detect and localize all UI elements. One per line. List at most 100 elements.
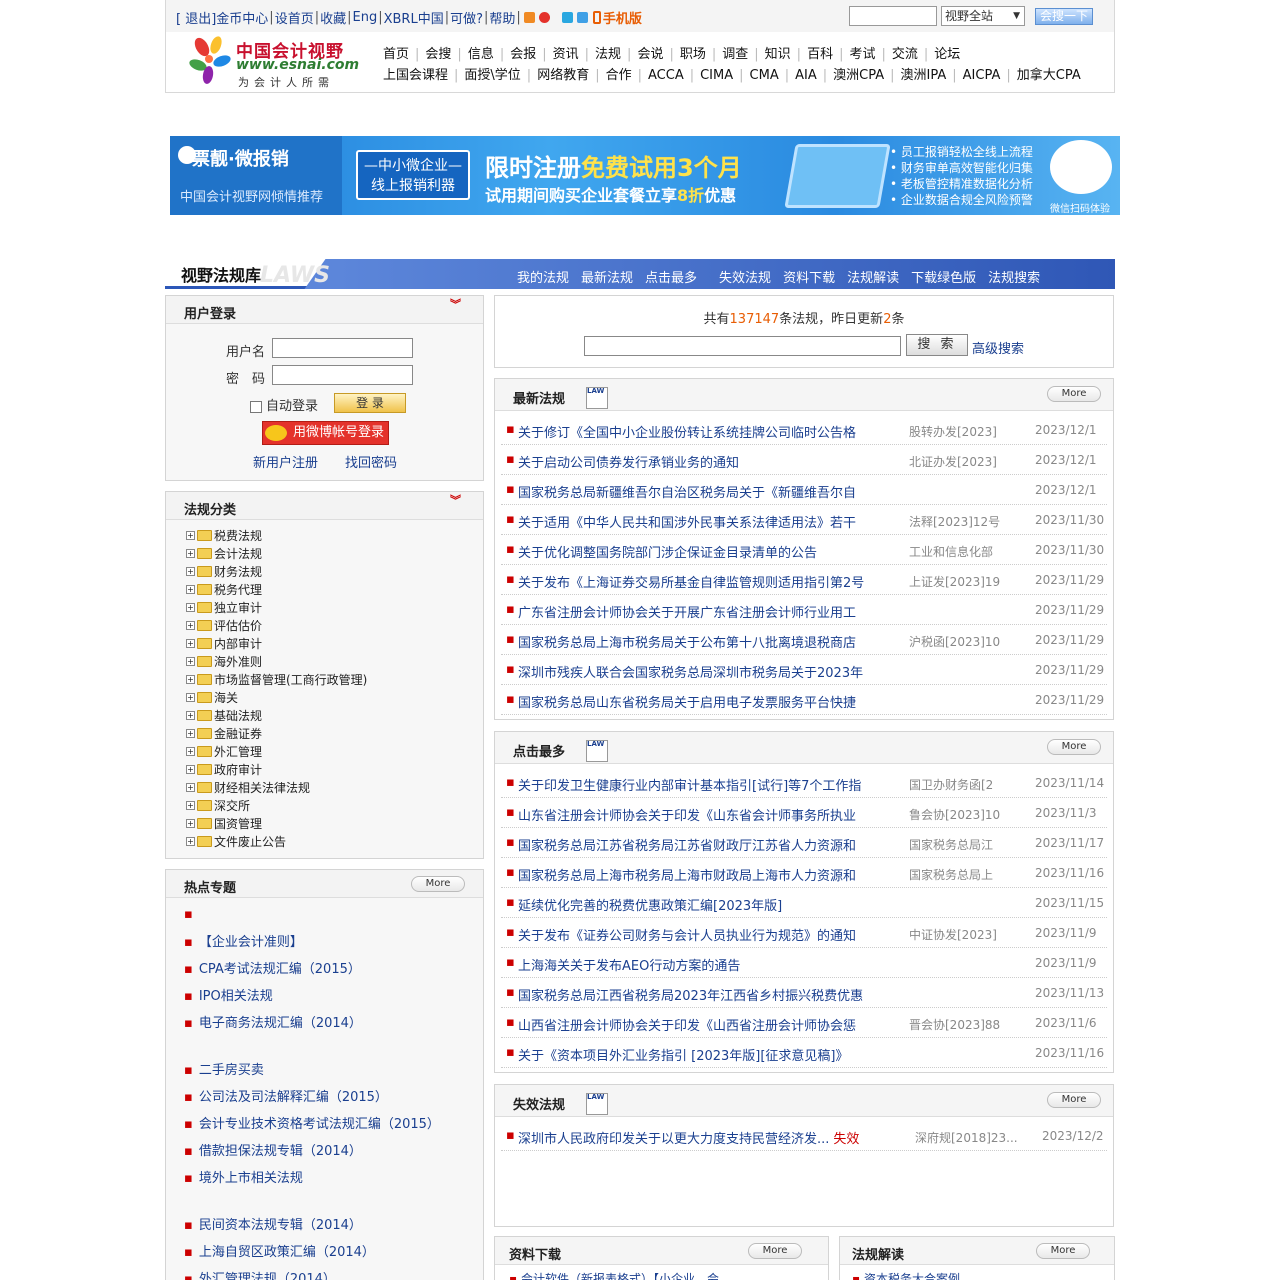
hot-topic-item[interactable]: ▪ 民间资本法规专辑（2014） [184, 1214, 362, 1233]
expand-plus-icon[interactable]: + [186, 566, 195, 576]
username-field[interactable] [272, 338, 413, 358]
hot-topic-item[interactable]: ▪ IPO相关法规 [184, 985, 273, 1004]
law-row[interactable]: ▪ 关于印发卫生健康行业内部审计基本指引[试行]等7个工作指 国卫办财务函[2 202… [501, 768, 1107, 798]
law-title[interactable]: 深圳市残疾人联合会国家税务总局深圳市税务局关于2023年 [518, 662, 863, 681]
latest-more-button[interactable]: More [1047, 386, 1101, 402]
expand-plus-icon[interactable]: + [186, 728, 195, 738]
set-homepage-link[interactable]: 设首页 [275, 8, 314, 27]
law-row[interactable]: ▪ 关于发布《上海证券交易所基金自律监管规则适用指引第2号 上证发[2023]19 2… [501, 565, 1107, 595]
section-nav-item[interactable]: 资料下载 [783, 271, 835, 286]
nav-item[interactable]: 百科 [801, 47, 839, 62]
expand-plus-icon[interactable]: + [186, 584, 195, 594]
invalid-more-button[interactable]: More [1047, 1092, 1101, 1108]
law-title[interactable]: 广东省注册会计师协会关于开展广东省注册会计师行业用工 [518, 602, 856, 621]
register-link[interactable]: 新用户注册 [253, 452, 318, 471]
law-title[interactable]: 上海海关关于发布AEO行动方案的通告 [518, 955, 740, 974]
law-row[interactable]: ▪ 关于《资本项目外汇业务指引 [2023年版][征求意见稿]》 2023/11/1… [501, 1038, 1107, 1068]
expand-plus-icon[interactable]: + [186, 710, 195, 720]
law-row[interactable]: ▪ 国家税务总局新疆维吾尔自治区税务局关于《新疆维吾尔自 2023/12/1 [501, 475, 1107, 505]
law-title[interactable]: 关于启动公司债券发行承销业务的通知 [518, 452, 739, 471]
nav-item[interactable]: 知识 [759, 47, 797, 62]
collapse-chevron-icon[interactable]: ︾ [450, 299, 461, 310]
expand-plus-icon[interactable]: + [186, 638, 195, 648]
category-item[interactable]: + 海外准则 [186, 652, 367, 670]
category-item[interactable]: + 独立审计 [186, 598, 367, 616]
favorite-link[interactable]: 收藏 [320, 8, 346, 27]
list-item[interactable]: ▪ 资本税务大合案例 [852, 1270, 960, 1280]
expand-plus-icon[interactable]: + [186, 692, 195, 702]
category-item[interactable]: + 海关 [186, 688, 367, 706]
nav-item[interactable]: 澳洲IPA [895, 68, 953, 83]
nav-item[interactable]: CIMA [694, 68, 739, 83]
weibo-login-button[interactable]: 用微博帐号登录 [262, 421, 389, 445]
expand-plus-icon[interactable]: + [186, 800, 195, 810]
site-logo[interactable]: 中国会计视野 www.esnai.com 为会计人所需 [188, 33, 359, 91]
login-button[interactable]: 登 录 [334, 393, 406, 413]
category-item[interactable]: + 税费法规 [186, 526, 367, 544]
collapse-chevron-icon[interactable]: ︾ [450, 495, 461, 506]
law-row[interactable]: ▪ 关于启动公司债券发行承销业务的通知 北证办发[2023] 2023/12/1 [501, 445, 1107, 475]
hot-topic-item[interactable]: ▪ CPA考试法规汇编（2015） [184, 958, 361, 977]
section-nav-item[interactable]: 最新法规 [581, 271, 633, 286]
nav-item[interactable]: 论坛 [928, 47, 966, 62]
mobile-link[interactable]: 手机版 [592, 8, 642, 27]
hot-topic-item[interactable]: ▪ 公司法及司法解释汇编（2015） [184, 1086, 388, 1105]
nav-item[interactable]: 网络教育 [531, 68, 595, 83]
expand-plus-icon[interactable]: + [186, 530, 195, 540]
password-field[interactable] [272, 365, 413, 385]
nav-item[interactable]: 加拿大CPA [1011, 68, 1087, 83]
expand-plus-icon[interactable]: + [186, 620, 195, 630]
hot-topic-item[interactable]: ▪ 会计专业技术资格考试法规汇编（2015） [184, 1113, 440, 1132]
law-title[interactable]: 关于印发卫生健康行业内部审计基本指引[试行]等7个工作指 [518, 775, 861, 794]
law-title[interactable]: 关于《资本项目外汇业务指引 [2023年版][征求意见稿]》 [518, 1045, 849, 1064]
nav-item[interactable]: 面授\学位 [458, 68, 526, 83]
law-title[interactable]: 关于发布《证券公司财务与会计人员执业行为规范》的通知 [518, 925, 856, 944]
nav-item[interactable]: CMA [744, 68, 785, 83]
nav-item[interactable]: 会搜 [419, 47, 457, 62]
law-row[interactable]: ▪ 国家税务总局江苏省税务局江苏省财政厅江苏省人力资源和 国家税务总局江 2023/1… [501, 828, 1107, 858]
law-title[interactable]: 国家税务总局新疆维吾尔自治区税务局关于《新疆维吾尔自 [518, 482, 856, 501]
law-row[interactable]: ▪ 国家税务总局上海市税务局关于公布第十八批离境退税商店 沪税函[2023]10 20… [501, 625, 1107, 655]
hot-topic-item[interactable]: ▪ 【企业会计准则】 [184, 931, 303, 950]
hot-topic-item[interactable]: ▪ 二手房买卖 [184, 1059, 264, 1078]
category-item[interactable]: + 评估估价 [186, 616, 367, 634]
section-nav-item[interactable]: 点击最多 [645, 271, 697, 286]
section-nav-item[interactable]: 法规搜索 [988, 271, 1040, 286]
law-search-button[interactable]: 搜 索 [906, 334, 968, 356]
hot-topic-item[interactable]: ▪ 境外上市相关法规 [184, 1167, 303, 1186]
section-nav-item[interactable]: 法规解读 [847, 271, 899, 286]
expand-plus-icon[interactable]: + [186, 548, 195, 558]
law-row[interactable]: ▪ 国家税务总局上海市税务局上海市财政局上海市人力资源和 国家税务总局上 2023/1… [501, 858, 1107, 888]
category-item[interactable]: + 深交所 [186, 796, 367, 814]
category-item[interactable]: + 内部审计 [186, 634, 367, 652]
search-scope-select[interactable]: 视野全站 ▼ [941, 6, 1025, 26]
nav-item[interactable]: 澳洲CPA [827, 68, 890, 83]
list-item[interactable]: ▪ 会计软件（新报表格式）【小企业、会 [509, 1270, 719, 1280]
downloads-more-button[interactable]: More [748, 1243, 802, 1259]
law-title[interactable]: 国家税务总局江西省税务局2023年江西省乡村振兴税费优惠 [518, 985, 863, 1004]
hot-topic-item[interactable]: ▪ [184, 907, 199, 922]
nav-item[interactable]: 上国会课程 [377, 68, 454, 83]
expand-plus-icon[interactable]: + [186, 746, 195, 756]
nav-item[interactable]: 资讯 [547, 47, 585, 62]
law-row[interactable]: ▪ 延续优化完善的税费优惠政策汇编[2023年版] 2023/11/15 [501, 888, 1107, 918]
law-row[interactable]: ▪ 山西省注册会计师协会关于印发《山西省注册会计师协会惩 晋会协[2023]88 20… [501, 1008, 1107, 1038]
auto-login[interactable]: 自动登录 [250, 395, 318, 414]
category-item[interactable]: + 会计法规 [186, 544, 367, 562]
law-title[interactable]: 山东省注册会计师协会关于印发《山东省会计师事务所执业 [518, 805, 856, 824]
most-clicked-more-button[interactable]: More [1047, 739, 1101, 755]
nav-item[interactable]: 调查 [716, 47, 754, 62]
expand-plus-icon[interactable]: + [186, 656, 195, 666]
law-row[interactable]: ▪ 关于优化调整国务院部门涉企保证金目录清单的公告 工业和信息化部 2023/11/3… [501, 535, 1107, 565]
law-row[interactable]: ▪ 国家税务总局山东省税务局关于启用电子发票服务平台快捷 2023/11/29 [501, 685, 1107, 715]
expand-plus-icon[interactable]: + [186, 764, 195, 774]
law-title[interactable]: 国家税务总局上海市税务局关于公布第十八批离境退税商店 [518, 632, 856, 651]
nav-item[interactable]: 会报 [504, 47, 542, 62]
weibo-icon[interactable] [538, 12, 550, 23]
nav-item[interactable]: 交流 [886, 47, 924, 62]
expand-plus-icon[interactable]: + [186, 782, 195, 792]
nav-item[interactable]: 会说 [631, 47, 669, 62]
advanced-search-link[interactable]: 高级搜索 [972, 338, 1024, 357]
nav-item[interactable]: ACCA [642, 68, 690, 83]
law-title[interactable]: 深圳市人民政府印发关于以更大力度支持民营经济发... 失效 [518, 1128, 859, 1147]
